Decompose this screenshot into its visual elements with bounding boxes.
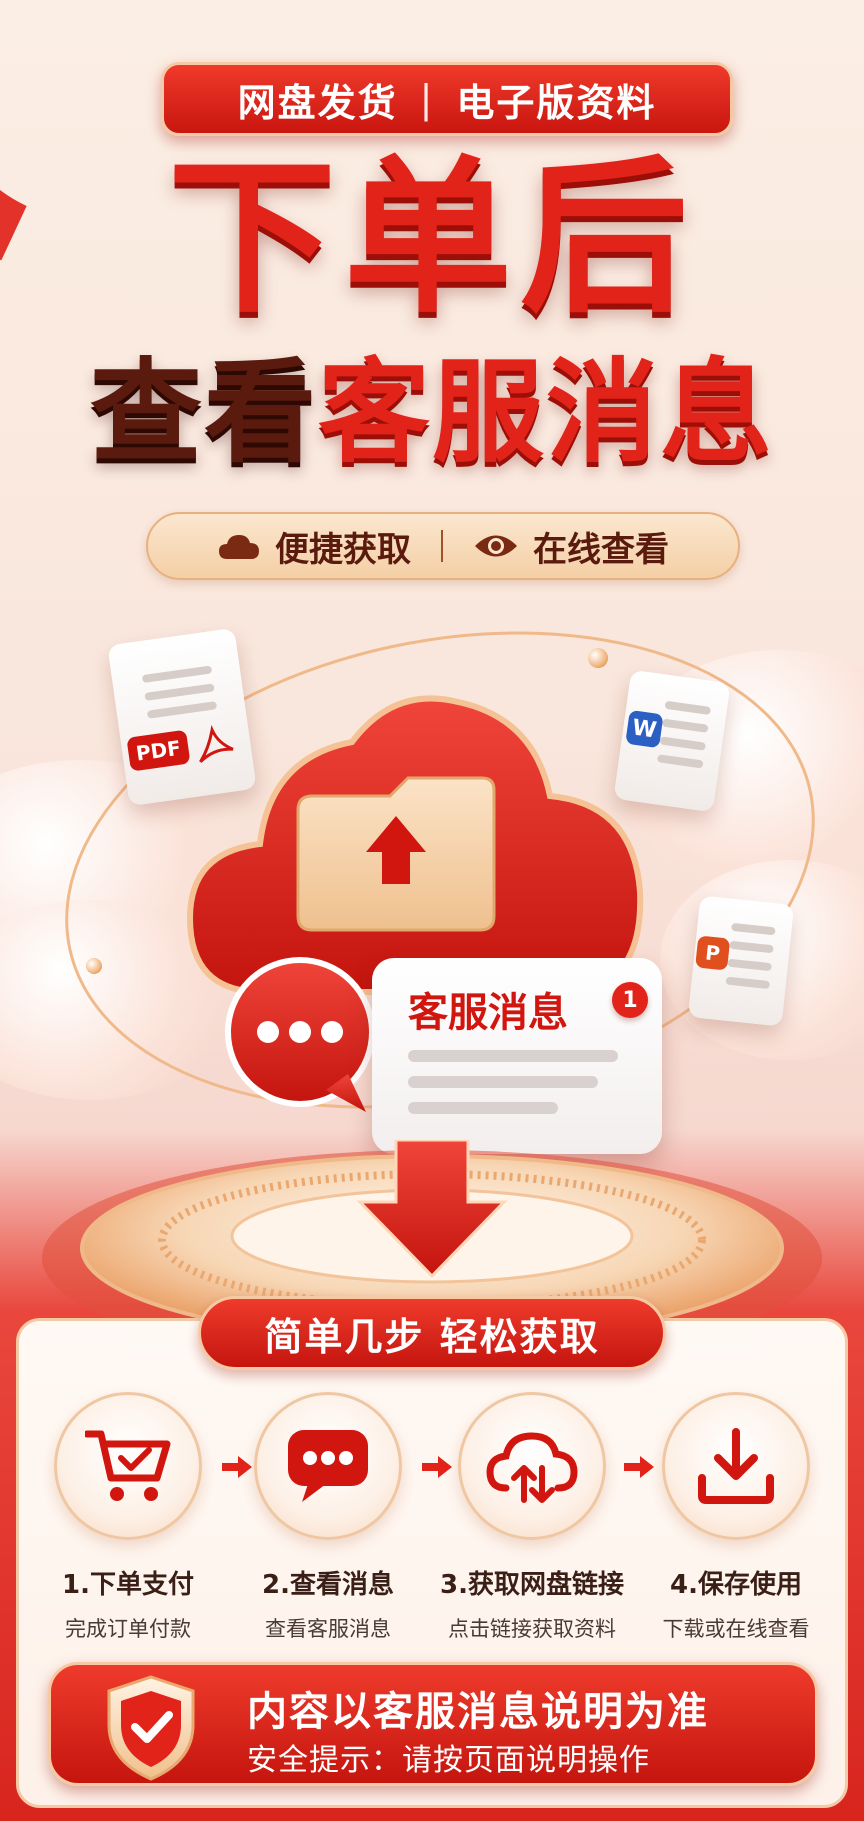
step-icon-circle xyxy=(662,1392,810,1540)
step-icon-circle xyxy=(458,1392,606,1540)
headline-line2-dark: 查看 xyxy=(90,348,318,478)
step-desc: 下载或在线查看 xyxy=(662,1617,810,1641)
doc-line xyxy=(659,736,707,751)
top-banner-left-text: 网盘发货 xyxy=(237,80,398,125)
top-banner-separator: | xyxy=(419,77,435,121)
message-line xyxy=(408,1102,558,1114)
step-title: 4.保存使用 xyxy=(670,1570,802,1600)
ppt-badge: P xyxy=(695,935,731,971)
notice-sub-text: 安全提示：请按页面说明操作 xyxy=(247,1743,650,1778)
step-title: 3.获取网盘链接 xyxy=(440,1570,624,1600)
step-2: 2.查看消息 查看客服消息 xyxy=(228,1392,428,1643)
cloud-icon xyxy=(219,535,259,559)
doc-line xyxy=(731,922,776,936)
customer-service-message-card: 客服消息 1 xyxy=(372,958,662,1154)
top-banner: 网盘发货 | 电子版资料 xyxy=(161,62,733,136)
message-line xyxy=(408,1076,598,1088)
feature-divider xyxy=(441,530,443,562)
step-1: 1.下单支付 完成订单付款 xyxy=(28,1392,228,1643)
cloud-transfer-icon xyxy=(486,1432,578,1503)
headline-line2-red: 客服消息 xyxy=(318,348,774,478)
shield-check-icon xyxy=(107,1675,195,1781)
promo-poster: 网盘发货 | 电子版资料 下单后 查看客服消息 便捷获取 在线查看 PDF W … xyxy=(0,0,864,1821)
doc-line xyxy=(725,976,771,990)
ppt-document: P xyxy=(687,895,795,1027)
step-icon-circle xyxy=(254,1392,402,1540)
orbit-bead xyxy=(86,958,102,974)
step-4: 4.保存使用 下载或在线查看 xyxy=(636,1392,836,1643)
chat-bubble-icon xyxy=(288,1430,368,1502)
message-card-title: 客服消息 xyxy=(408,990,568,1036)
step-3: 3.获取网盘链接 点击链接获取资料 xyxy=(432,1392,632,1643)
feature-label-convenient: 便捷获取 xyxy=(275,529,411,570)
steps-section-title: 简单几步 轻松获取 xyxy=(198,1296,666,1370)
shopping-cart-icon xyxy=(85,1430,171,1501)
feature-item-convenient: 便捷获取 xyxy=(217,522,411,571)
headline-line2: 查看客服消息 xyxy=(0,348,864,478)
step-desc: 完成订单付款 xyxy=(65,1617,191,1641)
doc-line xyxy=(727,958,772,972)
message-line xyxy=(408,1050,618,1062)
step-icon-circle xyxy=(54,1392,202,1540)
doc-line xyxy=(656,754,704,769)
orbit-bead xyxy=(588,648,608,668)
notice-main-text: 内容以客服消息说明为准 xyxy=(247,1689,709,1735)
eye-icon xyxy=(475,535,517,557)
notice-banner: 内容以客服消息说明为准 安全提示：请按页面说明操作 xyxy=(48,1662,818,1786)
step-title: 2.查看消息 xyxy=(262,1570,394,1600)
doc-line xyxy=(664,700,712,716)
message-count-badge: 1 xyxy=(612,982,648,1018)
headline-line1: 下单后 xyxy=(168,140,696,336)
doc-line xyxy=(729,940,774,954)
step-title: 1.下单支付 xyxy=(62,1570,194,1600)
step-desc: 查看客服消息 xyxy=(265,1617,391,1641)
doc-line xyxy=(661,718,709,733)
feature-item-online: 在线查看 xyxy=(473,522,669,571)
pdf-badge: PDF xyxy=(126,729,191,772)
step-desc: 点击链接获取资料 xyxy=(448,1617,616,1641)
feature-label-online: 在线查看 xyxy=(533,529,669,570)
top-banner-right-text: 电子版资料 xyxy=(456,80,657,125)
chat-bubble-icon xyxy=(225,957,375,1112)
download-icon xyxy=(698,1428,774,1504)
feature-pill: 便捷获取 在线查看 xyxy=(146,512,740,580)
